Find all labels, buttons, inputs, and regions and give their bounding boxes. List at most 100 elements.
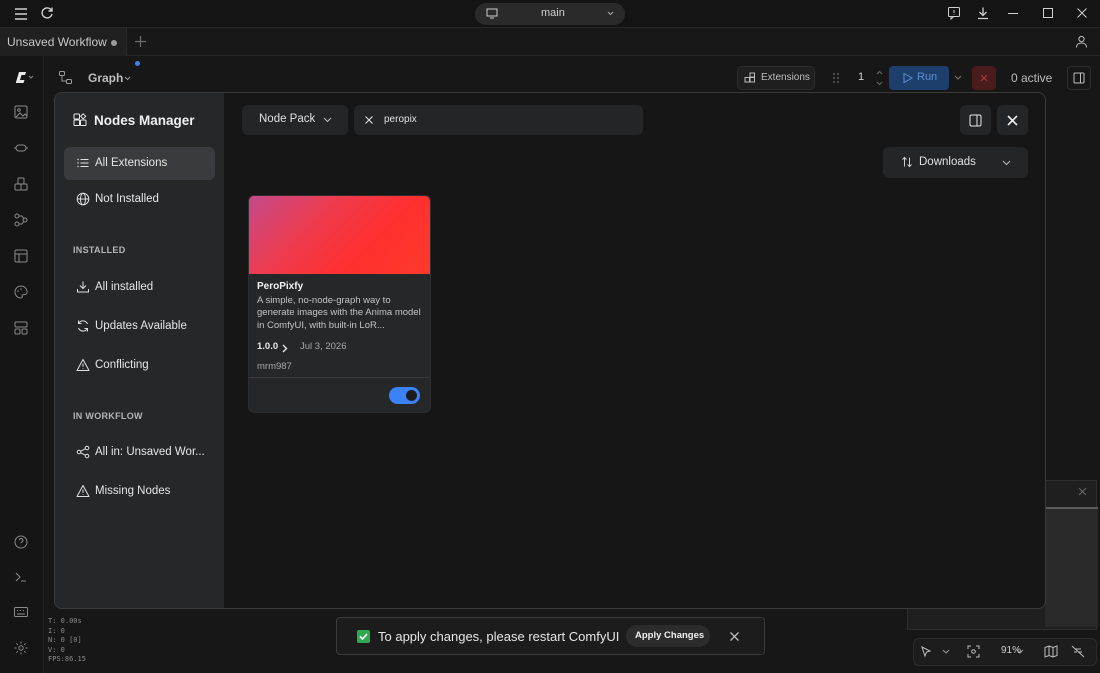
toggle-details-panel-button[interactable] bbox=[960, 105, 991, 135]
extensions-button[interactable]: Extensions bbox=[737, 66, 815, 90]
chevron-down-icon[interactable] bbox=[942, 649, 950, 655]
cancel-run-button[interactable] bbox=[972, 66, 996, 90]
map-icon[interactable] bbox=[1044, 645, 1058, 658]
unsaved-indicator bbox=[111, 40, 117, 46]
filter-type-dropdown[interactable]: Node Pack bbox=[242, 105, 348, 135]
zoom-level[interactable]: 91% bbox=[1001, 645, 1021, 656]
card-title: PeroPixfy bbox=[257, 281, 304, 292]
card-divider bbox=[249, 377, 430, 378]
nav-all-in-workflow[interactable]: All in: Unsaved Wor... bbox=[64, 436, 215, 469]
nav-updates-available[interactable]: Updates Available bbox=[64, 310, 215, 343]
chevron-down-icon bbox=[323, 117, 332, 123]
dialog-title: Nodes Manager bbox=[94, 113, 195, 128]
run-label: Run bbox=[917, 71, 938, 83]
menu-icon[interactable] bbox=[14, 6, 30, 22]
monitor-icon bbox=[486, 8, 498, 19]
active-label: 0 active bbox=[1011, 71, 1053, 85]
puzzle-icon bbox=[744, 72, 756, 84]
models-icon[interactable] bbox=[13, 140, 31, 158]
stepper-arrows-icon[interactable] bbox=[876, 69, 883, 87]
chevron-right-icon[interactable] bbox=[282, 344, 288, 353]
comfy-logo-icon[interactable] bbox=[13, 70, 34, 88]
run-button[interactable]: Run bbox=[889, 66, 949, 90]
enable-toggle[interactable] bbox=[389, 387, 420, 404]
reload-icon[interactable] bbox=[40, 6, 56, 22]
nav-all-extensions[interactable]: All Extensions bbox=[64, 147, 215, 180]
left-sidebar bbox=[0, 56, 44, 673]
close-toast-icon[interactable] bbox=[729, 631, 740, 642]
maximize-icon[interactable] bbox=[1041, 6, 1057, 22]
palette-icon[interactable] bbox=[13, 284, 31, 302]
user-icon[interactable] bbox=[1075, 35, 1088, 48]
card-banner-image bbox=[249, 196, 430, 274]
stat-i: I: 0 bbox=[48, 626, 65, 635]
close-dialog-button[interactable] bbox=[997, 105, 1028, 135]
chevron-down-icon bbox=[124, 76, 131, 81]
nav-label: Not Installed bbox=[95, 193, 159, 205]
layout-icon[interactable] bbox=[13, 320, 31, 338]
close-minimap-icon[interactable] bbox=[1078, 487, 1087, 496]
toggle-panel-button[interactable] bbox=[1067, 66, 1091, 90]
nodes-manager-icon bbox=[73, 113, 87, 127]
close-window-icon[interactable] bbox=[1075, 6, 1091, 22]
refresh-icon bbox=[76, 319, 90, 333]
nav-not-installed[interactable]: Not Installed bbox=[64, 183, 215, 216]
chevron-down-icon bbox=[607, 11, 614, 16]
pointer-icon[interactable] bbox=[920, 646, 932, 658]
search-value: peropix bbox=[384, 114, 417, 125]
filter-type-label: Node Pack bbox=[259, 113, 316, 125]
apply-changes-button[interactable]: Apply Changes bbox=[626, 625, 710, 647]
tab-unsaved-workflow[interactable]: Unsaved Workflow bbox=[0, 28, 127, 56]
feedback-icon[interactable] bbox=[947, 6, 963, 22]
card-date: Jul 3, 2026 bbox=[300, 341, 347, 352]
branch-selector[interactable]: main bbox=[475, 3, 625, 25]
search-input[interactable]: peropix bbox=[354, 105, 643, 135]
queue-count-stepper[interactable]: 1 bbox=[845, 66, 885, 90]
sort-dropdown[interactable]: Downloads bbox=[883, 147, 1028, 178]
card-version[interactable]: 1.0.0 bbox=[257, 341, 278, 352]
queue-count-value: 1 bbox=[858, 71, 865, 83]
graph-breadcrumb[interactable]: Graph bbox=[52, 61, 142, 92]
images-icon[interactable] bbox=[13, 104, 31, 122]
fit-view-icon[interactable] bbox=[967, 645, 980, 658]
check-icon bbox=[357, 630, 370, 643]
close-icon bbox=[1006, 114, 1019, 127]
run-options-chevron-icon[interactable] bbox=[954, 75, 962, 81]
list-icon bbox=[76, 156, 90, 170]
extensions-label: Extensions bbox=[761, 72, 810, 83]
download-icon bbox=[76, 280, 90, 294]
link-toggle-icon[interactable] bbox=[1071, 645, 1085, 658]
tab-label: Unsaved Workflow bbox=[7, 35, 107, 49]
help-icon[interactable] bbox=[13, 534, 31, 552]
minimize-icon[interactable] bbox=[1006, 6, 1022, 22]
download-icon[interactable] bbox=[976, 6, 992, 22]
terminal-icon[interactable] bbox=[13, 569, 31, 587]
nav-all-installed[interactable]: All installed bbox=[64, 271, 215, 304]
section-in-workflow: IN WORKFLOW bbox=[73, 411, 143, 421]
nodes-library-icon[interactable] bbox=[13, 176, 31, 194]
panel-right-icon bbox=[969, 114, 982, 127]
keyboard-icon[interactable] bbox=[13, 604, 31, 622]
stat-time: T: 0.00s bbox=[48, 617, 82, 625]
stat-v: V: 0 bbox=[48, 645, 65, 654]
toast-message: To apply changes, please restart ComfyUI bbox=[378, 629, 620, 644]
new-tab-icon[interactable] bbox=[134, 35, 147, 48]
templates-icon[interactable] bbox=[13, 248, 31, 266]
manager-sidebar: Nodes Manager All Extensions Not Install… bbox=[55, 93, 224, 608]
nav-label: All Extensions bbox=[95, 157, 168, 169]
node-pack-card[interactable]: PeroPixfy A simple, no-node-graph way to… bbox=[248, 195, 431, 413]
minimap-viewport bbox=[1045, 507, 1098, 627]
settings-icon[interactable] bbox=[13, 640, 31, 658]
stat-fps: FPS:86.15 bbox=[48, 655, 86, 664]
drag-handle-icon[interactable] bbox=[832, 72, 840, 84]
chevron-down-icon bbox=[1002, 160, 1011, 166]
nav-conflicting[interactable]: Conflicting bbox=[64, 349, 215, 382]
workflows-icon[interactable] bbox=[13, 212, 31, 230]
globe-icon bbox=[76, 192, 90, 206]
stat-n: N: 0 [0] bbox=[48, 636, 82, 645]
active-queue-button[interactable]: 0 active bbox=[1003, 66, 1063, 90]
nav-label: Missing Nodes bbox=[95, 485, 171, 497]
clear-search-icon[interactable] bbox=[364, 115, 374, 125]
nav-label: All installed bbox=[95, 281, 154, 293]
nav-missing-nodes[interactable]: Missing Nodes bbox=[64, 475, 215, 508]
